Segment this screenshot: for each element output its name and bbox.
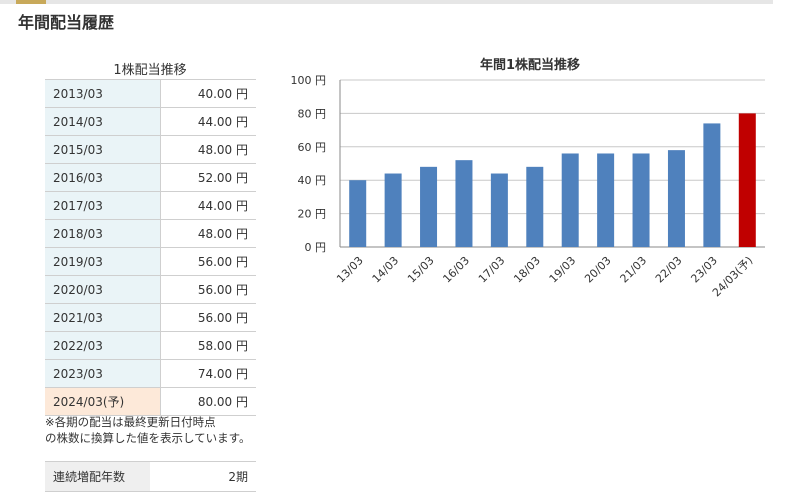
y-tick-label: 0 円 — [305, 241, 327, 254]
bar — [384, 173, 402, 247]
x-tick-label: 20/03 — [582, 254, 614, 286]
row-value: 44.00 円 — [160, 191, 256, 220]
row-value: 56.00 円 — [160, 303, 256, 332]
row-year: 2019/03 — [45, 247, 161, 276]
table-row: 2021/03 56.00 円 — [45, 303, 256, 332]
bar — [738, 113, 756, 248]
row-year: 2023/03 — [45, 359, 161, 388]
row-value: 80.00 円 — [160, 387, 256, 416]
row-year: 2020/03 — [45, 275, 161, 304]
row-year: 2016/03 — [45, 163, 161, 192]
x-tick-label: 19/03 — [547, 254, 579, 286]
bar — [597, 153, 615, 247]
row-value: 56.00 円 — [160, 247, 256, 276]
table-row: 2018/03 48.00 円 — [45, 219, 256, 248]
table-row: 2015/03 48.00 円 — [45, 135, 256, 164]
table-caption: 1株配当推移 — [113, 63, 187, 78]
streak-row: 連続増配年数 2期 — [45, 461, 256, 492]
x-tick-label: 16/03 — [440, 254, 472, 286]
x-tick-label: 17/03 — [476, 254, 508, 286]
dividend-table: 2013/03 40.00 円 2014/03 44.00 円 2015/03 48.00… — [45, 79, 256, 416]
table-row: 2024/03(予) 80.00 円 — [45, 387, 256, 416]
row-year: 2017/03 — [45, 191, 161, 220]
y-tick-label: 60 円 — [298, 141, 327, 154]
row-year: 2015/03 — [45, 135, 161, 164]
table-row: 2019/03 56.00 円 — [45, 247, 256, 276]
row-value: 44.00 円 — [160, 107, 256, 136]
y-tick-label: 20 円 — [298, 208, 327, 221]
bar — [632, 153, 650, 247]
bar — [420, 166, 438, 247]
table-row: 2017/03 44.00 円 — [45, 191, 256, 220]
row-value: 58.00 円 — [160, 331, 256, 360]
row-value: 52.00 円 — [160, 163, 256, 192]
streak-value: 2期 — [150, 461, 256, 492]
bar — [349, 180, 367, 247]
x-tick-label: 14/03 — [370, 254, 402, 286]
y-tick-label: 100 円 — [291, 74, 327, 87]
table-row: 2016/03 52.00 円 — [45, 163, 256, 192]
bar — [526, 166, 544, 247]
x-tick-label: 13/03 — [334, 254, 366, 286]
row-value: 56.00 円 — [160, 275, 256, 304]
note: ※各期の配当は最終更新日付時点 の株数に換算した値を表示しています。 — [45, 414, 275, 446]
section-title: 年間配当履歴 — [18, 13, 115, 32]
note-line: の株数に換算した値を表示しています。 — [45, 431, 251, 445]
bar — [455, 160, 473, 247]
row-year: 2024/03(予) — [45, 387, 161, 416]
top-border — [0, 0, 773, 4]
x-tick-label: 22/03 — [653, 254, 685, 286]
x-tick-label: 21/03 — [618, 254, 650, 286]
row-value: 48.00 円 — [160, 219, 256, 248]
y-tick-label: 80 円 — [298, 107, 327, 120]
note-line: ※各期の配当は最終更新日付時点 — [45, 415, 216, 429]
x-tick-label: 15/03 — [405, 254, 437, 286]
table-row: 2014/03 44.00 円 — [45, 107, 256, 136]
x-tick-label: 23/03 — [688, 254, 720, 286]
row-value: 40.00 円 — [160, 79, 256, 108]
bar — [703, 123, 721, 247]
table-row: 2023/03 74.00 円 — [45, 359, 256, 388]
bar — [561, 153, 579, 247]
table-row: 2013/03 40.00 円 — [45, 79, 256, 108]
row-value: 48.00 円 — [160, 135, 256, 164]
row-year: 2022/03 — [45, 331, 161, 360]
streak-label: 連続増配年数 — [45, 461, 150, 492]
row-year: 2021/03 — [45, 303, 161, 332]
x-tick-label: 18/03 — [511, 254, 543, 286]
streak-table: 連続増配年数 2期 — [45, 461, 256, 492]
y-tick-label: 40 円 — [298, 174, 327, 187]
table-row: 2020/03 56.00 円 — [45, 275, 256, 304]
bar — [667, 150, 685, 247]
bar — [490, 173, 508, 247]
dividend-chart: 0 円20 円40 円60 円80 円100 円13/03 14/03 15/03 1… — [291, 74, 765, 299]
row-year: 2018/03 — [45, 219, 161, 248]
row-year: 2014/03 — [45, 107, 161, 136]
row-year: 2013/03 — [45, 79, 161, 108]
top-accent-bar — [16, 0, 46, 4]
row-value: 74.00 円 — [160, 359, 256, 388]
table-row: 2022/03 58.00 円 — [45, 331, 256, 360]
